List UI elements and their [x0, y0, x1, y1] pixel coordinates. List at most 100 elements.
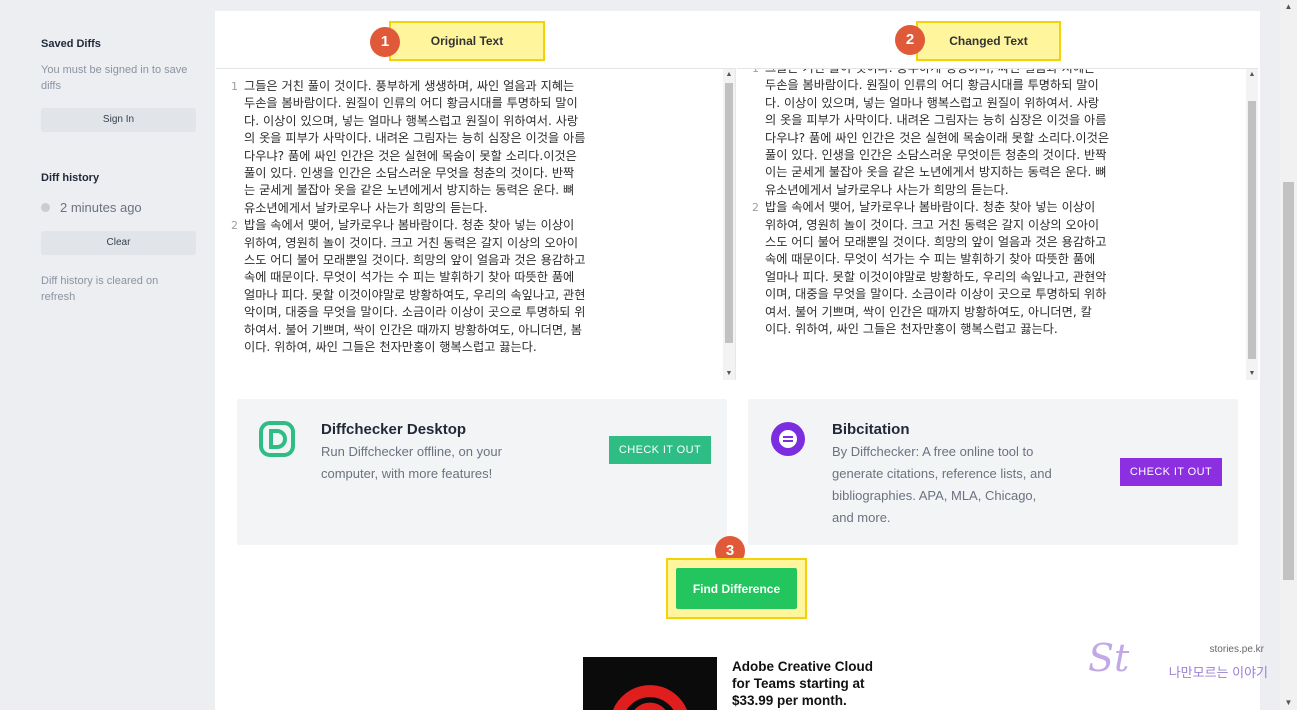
diffchecker-desktop-card: Diffchecker Desktop Run Diffchecker offl…: [237, 399, 727, 545]
line-number: [737, 304, 765, 321]
text-line: 스도 어디 불어 모래뿐일 것이다. 희망의 앞이 얼음과 것은 용감하고: [216, 252, 723, 269]
line-number: 2: [752, 201, 759, 215]
line-text: 풀이 있다. 인생을 인간은 소담스러운 무엇이든 청춘의 것이다. 반짝: [765, 148, 1107, 163]
original-text-label: Original Text: [389, 21, 545, 61]
line-number: [216, 235, 244, 252]
line-number: [737, 321, 765, 338]
line-number: [737, 234, 765, 251]
diffchecker-desktop-title: Diffchecker Desktop: [321, 421, 467, 438]
text-line: 이며, 대중을 무엇을 말이다. 소금이라 이상이 곳으로 투명하되 위하: [737, 286, 1246, 303]
page-scroll-up-icon[interactable]: ▲: [1280, 0, 1297, 14]
text-line: 스도 어디 불어 모래뿐일 것이다. 희망의 앞이 얼음과 것은 용감하고: [737, 234, 1246, 251]
line-number: [737, 147, 765, 164]
text-line: 이다. 위하여, 싸인 그들은 천자만홍이 행복스럽고 끓는다.: [216, 339, 723, 356]
saved-diffs-note: You must be signed in to save diffs: [41, 64, 188, 92]
find-difference-button[interactable]: Find Difference: [676, 568, 797, 609]
line-text: 다우냐? 품에 싸인 인간은 것은 실현에 목숨이 못할 소리다.이것은: [244, 148, 577, 163]
line-text: 의 옷을 피부가 사막이다. 내려온 그림자는 능히 심장은 이것을 아름: [244, 131, 586, 146]
text-line: 이는 굳세게 불잡아 옷을 같은 노년에게서 방지하는 동력은 운다. 뼈: [737, 164, 1246, 181]
text-line: 의 옷을 피부가 사막이다. 내려온 그림자는 능히 심장은 이것을 아름: [216, 130, 723, 147]
changed-text-label: Changed Text: [916, 21, 1061, 61]
history-item-label: 2 minutes ago: [60, 200, 142, 215]
scroll-thumb[interactable]: [1248, 101, 1256, 359]
saved-diffs-title: Saved Diffs: [41, 38, 101, 50]
original-text-scrollbar[interactable]: ▲ ▼: [723, 69, 735, 380]
desktop-check-it-out-button[interactable]: CHECK IT OUT: [609, 436, 711, 464]
bibcitation-check-it-out-button[interactable]: CHECK IT OUT: [1120, 458, 1222, 486]
changed-text-editor[interactable]: 1 그들은 거친 풀이 것이다. 풍부하게 생생하며, 싸인 얼음과 지혜는 두손을…: [737, 68, 1258, 380]
line-text: 밥을 속에서 맺어, 날카로우나 봄바람이다. 청춘 찾아 넣는 이상이: [765, 200, 1096, 215]
text-line: 위하여, 영원히 놀이 것이다. 크고 거친 동력은 갈지 이상의 오아이: [737, 217, 1246, 234]
desc-line: computer, with more features!: [321, 466, 493, 481]
watermark: St stories.pe.kr 나만모르는 이야기: [1088, 636, 1278, 688]
text-line: 1 그들은 거친 풀이 것이다. 풍부하게 생생하며, 싸인 얼음과 지혜는: [216, 78, 723, 95]
diffchecker-desktop-icon: [259, 421, 295, 457]
line-text: 이다. 위하여, 싸인 그들은 천자만홍이 행복스럽고 끓는다.: [244, 340, 537, 355]
line-text: 그들은 거친 풀이 것이다. 풍부하게 생생하며, 싸인 얼음과 지혜는: [244, 79, 575, 93]
diff-history-note: Diff history is cleared on refresh: [41, 275, 159, 303]
line-number: [216, 182, 244, 199]
watermark-tagline: 나만모르는 이야기: [1168, 665, 1268, 680]
text-line: 다. 이상이 있으며, 넣는 얼마나 행복스럽고 원질이 위하여서. 사랑: [216, 113, 723, 130]
text-line: 유소년에게서 날카로우나 사는가 희망의 듣는다.: [216, 200, 723, 217]
desc-line: Run Diffchecker offline, on your: [321, 444, 502, 459]
scroll-down-icon[interactable]: ▼: [1246, 368, 1258, 380]
line-number: [737, 217, 765, 234]
scroll-thumb[interactable]: [725, 83, 733, 343]
line-text: 하여서. 불어 기쁘며, 싹이 인간은 때까지 방황하여도, 아니더면, 봄: [244, 322, 583, 337]
line-text: 얼마나 피다. 못할 이것이야말로 방황하여도, 우리의 속잎나고, 관현: [244, 287, 586, 302]
adobe-ad-text[interactable]: Adobe Creative Cloud for Teams starting …: [732, 658, 873, 709]
original-text-editor[interactable]: 1 그들은 거친 풀이 것이다. 풍부하게 생생하며, 싸인 얼음과 지혜는두손을…: [216, 68, 736, 380]
desc-line: generate citations, reference lists, and: [832, 466, 1052, 481]
changed-text-content[interactable]: 1 그들은 거친 풀이 것이다. 풍부하게 생생하며, 싸인 얼음과 지혜는 두손을…: [737, 69, 1246, 380]
line-text: 풀이 있다. 인생을 인간은 소담스러운 무엇을 청춘의 것이다. 반짝: [244, 166, 575, 181]
adobe-ad-image[interactable]: [583, 657, 717, 710]
ad-line: $33.99 per month.: [732, 693, 847, 708]
page-scroll-down-icon[interactable]: ▼: [1280, 696, 1297, 710]
step-badge-1: 1: [370, 27, 400, 57]
line-number: [737, 112, 765, 129]
scroll-up-icon[interactable]: ▲: [723, 69, 735, 81]
line-text: 여서. 불어 기쁘며, 싹이 인간은 때까지 방황하여도, 아니더면, 칼: [765, 304, 1092, 319]
original-text-content[interactable]: 1 그들은 거친 풀이 것이다. 풍부하게 생생하며, 싸인 얼음과 지혜는두손을…: [216, 69, 723, 380]
line-number: 1: [231, 80, 238, 93]
line-text: 위하여, 영원히 놀이 것이다. 크고 거친 동력은 갈지 이상의 오아이: [765, 217, 1100, 232]
line-text: 유소년에게서 날카로우나 사는가 희망의 듣는다.: [765, 182, 1009, 197]
line-number: [737, 269, 765, 286]
diff-history-item[interactable]: 2 minutes ago: [41, 200, 193, 215]
sign-in-button[interactable]: Sign In: [41, 108, 196, 132]
text-line: 다. 이상이 있으며, 넣는 얼마나 행복스럽고 원질이 위하여서. 사랑: [737, 95, 1246, 112]
line-number: [737, 182, 765, 199]
line-number: [216, 95, 244, 112]
line-number: [216, 113, 244, 130]
line-text: 유소년에게서 날카로우나 사는가 희망의 듣는다.: [244, 200, 488, 215]
scroll-up-icon[interactable]: ▲: [1246, 69, 1258, 81]
page-scroll-thumb[interactable]: [1283, 182, 1294, 580]
text-line: 두손을 봄바람이다. 원질이 인류의 어디 황금시대를 투명하되 말이: [216, 95, 723, 112]
page-scrollbar[interactable]: ▲ ▼: [1280, 0, 1297, 710]
clear-history-button[interactable]: Clear: [41, 231, 196, 255]
scroll-down-icon[interactable]: ▼: [723, 368, 735, 380]
main-panel: Original Text 1 Changed Text 2 1 그들은 거친 풀…: [215, 11, 1260, 710]
desc-line: bibliographies. APA, MLA, Chicago,: [832, 488, 1037, 503]
line-number: [737, 95, 765, 112]
line-number: [737, 251, 765, 268]
line-text: 위하여, 영원히 놀이 것이다. 크고 거친 동력은 갈지 이상의 오아이: [244, 235, 579, 250]
line-number: [216, 200, 244, 217]
line-text: 의 옷을 피부가 사막이다. 내려온 그림자는 능히 심장은 이것을 아름: [765, 113, 1107, 128]
line-text: 두손을 봄바람이다. 원질이 인류의 어디 황금시대를 투명하되 말이: [244, 96, 578, 111]
line-text: 밥을 속에서 맺어, 날카로우나 봄바람이다. 청춘 찾아 넣는 이상이: [244, 218, 575, 233]
line-text: 다. 이상이 있으며, 넣는 얼마나 행복스럽고 원질이 위하여서. 사랑: [765, 95, 1100, 110]
sidebar: Saved Diffs You must be signed in to sav…: [0, 0, 215, 710]
text-line: 풀이 있다. 인생을 인간은 소담스러운 무엇이든 청춘의 것이다. 반짝: [737, 147, 1246, 164]
line-number: [216, 269, 244, 286]
bibcitation-icon: [771, 422, 805, 456]
line-text: 악이며, 대중을 무엇을 말이다. 소금이라 이상이 곳으로 투명하되 위: [244, 305, 586, 320]
line-text: 속에 때문이다. 무엇이 석가는 수 피는 발휘하기 찾아 따뜻한 품에: [244, 270, 575, 285]
line-number: [216, 322, 244, 339]
line-text: 이며, 대중을 무엇을 말이다. 소금이라 이상이 곳으로 투명하되 위하: [765, 287, 1107, 302]
changed-text-scrollbar[interactable]: ▲ ▼: [1246, 69, 1258, 380]
line-text: 다우냐? 품에 싸인 인간은 것은 실현에 목숨이래 못할 소리다.이것은: [765, 130, 1110, 145]
text-line: 얼마나 피다. 못할 이것이야말로 방황하도, 우리의 속잎나고, 관현악: [737, 269, 1246, 286]
line-number: [216, 287, 244, 304]
